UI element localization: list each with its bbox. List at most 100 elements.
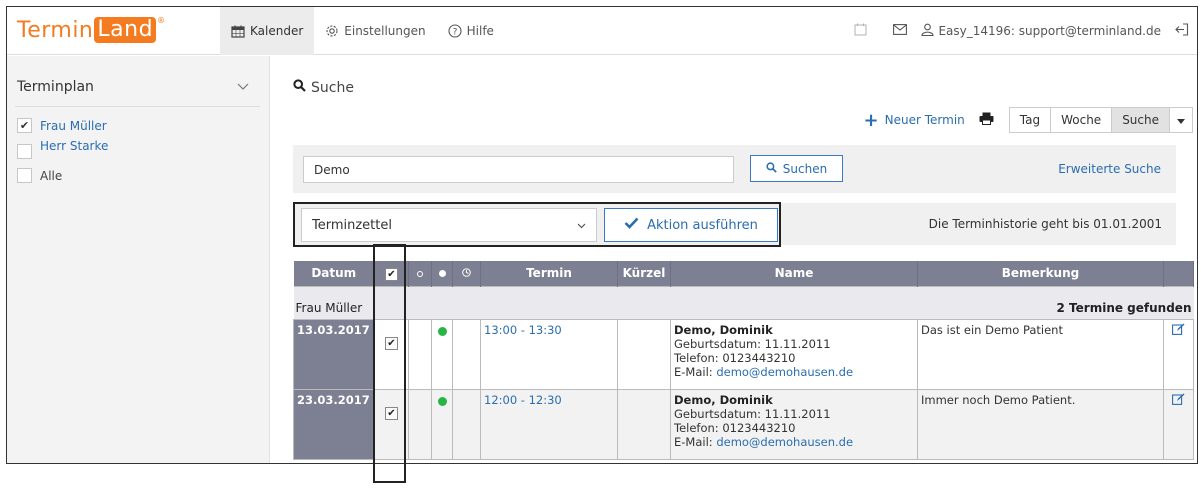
terminplan-header[interactable]: Terminplan (17, 79, 249, 95)
search-button[interactable]: Suchen (750, 155, 843, 182)
mail-icon[interactable] (893, 24, 908, 38)
col-datum[interactable]: Datum (293, 261, 375, 286)
status-green-dot-icon (437, 326, 447, 336)
advanced-search-link[interactable]: Erweiterte Suche (1058, 162, 1161, 176)
chevron-down-icon (237, 79, 249, 95)
sidebar-item-herr-starke[interactable]: Herr Starke (17, 139, 108, 159)
row-time-link[interactable]: 13:00 - 13:30 (480, 318, 618, 390)
top-navigation: Termin Land ® Kalender Einstellungen ? Hil… (7, 7, 1197, 55)
user-icon (921, 23, 934, 39)
sidebar-item-frau-mueller[interactable]: ✔ Frau Müller (17, 118, 107, 133)
view-dropdown-button[interactable] (1169, 107, 1193, 133)
sidebar-item-label: Frau Müller (40, 118, 107, 133)
patient-email-link[interactable]: demo@demohausen.de (716, 435, 853, 449)
patient-birthdate: Geburtsdatum: 11.11.2011 (674, 336, 831, 351)
new-appointment-label: Neuer Termin (884, 113, 965, 127)
nav-einstellungen-label: Einstellungen (344, 24, 426, 38)
patient-name: Demo, Dominik (674, 322, 773, 337)
table-row[interactable]: 23.03.2017 ✔ 12:00 - 12:30 Demo, Dominik… (293, 388, 1194, 460)
user-label: Easy_14196: support@terminland.de (938, 24, 1161, 38)
patient-birthdate: Geburtsdatum: 11.11.2011 (674, 406, 831, 421)
search-bar: Demo Suchen Erweiterte Suche (293, 145, 1176, 193)
row-date: 13.03.2017 (293, 318, 375, 390)
view-woche-button[interactable]: Woche (1050, 107, 1113, 133)
nav-einstellungen[interactable]: Einstellungen (314, 7, 436, 55)
row-remark: Das ist ein Demo Patient (917, 318, 1164, 390)
view-toolbar: + Neuer Termin Tag Woche Suche (864, 107, 1193, 133)
checkbox-unchecked[interactable] (17, 144, 32, 159)
row-kuerzel (617, 388, 671, 460)
user-account[interactable]: Easy_14196: support@terminland.de (921, 23, 1161, 39)
calendar-icon (231, 25, 245, 38)
group-row: Frau Müller 2 Termine gefunden (293, 285, 1194, 320)
search-input[interactable]: Demo (303, 156, 734, 183)
view-suche-button[interactable]: Suche (1111, 107, 1170, 133)
checkbox-checked[interactable]: ✔ (17, 118, 32, 133)
print-icon[interactable] (979, 112, 994, 128)
terminland-logo[interactable]: Termin Land ® (17, 16, 166, 44)
edit-icon[interactable] (1172, 323, 1185, 338)
col-status-empty (408, 261, 432, 286)
gear-icon (325, 24, 339, 38)
row-remark: Immer noch Demo Patient. (917, 388, 1164, 460)
highlight-frame-checkbox-column (373, 244, 406, 483)
logo-text-termin: Termin (17, 17, 94, 43)
patient-name: Demo, Dominik (674, 392, 773, 407)
main-content: Suche + Neuer Termin Tag Woche Suche Dem… (271, 56, 1197, 463)
main-nav: Kalender Einstellungen ? Hilfe (220, 7, 505, 55)
col-clock (452, 261, 481, 286)
row-patient-cell: Demo, Dominik Geburtsdatum: 11.11.2011 T… (670, 318, 918, 390)
patient-email-link[interactable]: demo@demohausen.de (716, 365, 853, 379)
row-kuerzel (617, 318, 671, 390)
row-status-cell (431, 318, 453, 390)
patient-email-line: E-Mail: demo@demohausen.de (674, 365, 914, 379)
nav-kalender[interactable]: Kalender (220, 7, 315, 55)
execute-action-button[interactable]: Aktion ausführen (604, 208, 778, 242)
checkmark-icon (624, 217, 639, 233)
action-select-value: Terminzettel (312, 217, 392, 233)
checkbox-unchecked[interactable] (17, 168, 32, 183)
col-termin[interactable]: Termin (480, 261, 618, 286)
patient-phone: Telefon: 0123443210 (674, 420, 796, 435)
row-empty-cell (408, 388, 432, 460)
sidebar-divider (15, 106, 260, 107)
search-icon (293, 79, 306, 96)
row-patient-cell: Demo, Dominik Geburtsdatum: 11.11.2011 T… (670, 388, 918, 460)
sidebar-item-alle[interactable]: Alle (17, 168, 62, 183)
circle-outline-icon (417, 271, 423, 278)
col-edit (1163, 261, 1194, 286)
top-right-tools: Easy_14196: support@terminland.de (854, 7, 1189, 55)
row-status-cell (431, 388, 453, 460)
page-title: Suche (293, 79, 354, 96)
col-status (431, 261, 453, 286)
table-row[interactable]: 13.03.2017 ✔ 13:00 - 13:30 Demo, Dominik… (293, 318, 1194, 390)
status-dot-icon (438, 270, 446, 278)
logout-icon[interactable] (1175, 23, 1189, 39)
sidebar: Terminplan ✔ Frau Müller Herr Starke All… (7, 56, 270, 463)
edit-icon[interactable] (1172, 393, 1185, 408)
plus-icon: + (863, 109, 879, 131)
col-bemerkung[interactable]: Bemerkung (917, 261, 1164, 286)
col-kuerzel[interactable]: Kürzel (617, 261, 671, 286)
search-button-label: Suchen (782, 161, 828, 176)
nav-hilfe-label: Hilfe (466, 24, 494, 38)
app-window: Termin Land ® Kalender Einstellungen ? Hil… (6, 6, 1198, 464)
logo-registered-mark: ® (157, 16, 166, 25)
action-select[interactable]: Terminzettel (301, 208, 597, 242)
patient-email-line: E-Mail: demo@demohausen.de (674, 435, 914, 449)
results-count: 2 Termine gefunden (480, 285, 1194, 320)
row-time-link[interactable]: 12:00 - 12:30 (480, 388, 618, 460)
email-label: E-Mail: (674, 364, 713, 379)
nav-hilfe[interactable]: ? Hilfe (437, 7, 505, 55)
view-tag-button[interactable]: Tag (1008, 107, 1052, 133)
patient-phone: Telefon: 0123443210 (674, 350, 796, 365)
col-name[interactable]: Name (670, 261, 918, 286)
table-header-row: Datum ✔ Termin Kürzel Name Bemerkung (293, 261, 1194, 286)
status-green-dot-icon (437, 396, 447, 406)
calendar-outline-icon[interactable] (854, 23, 867, 39)
row-date: 23.03.2017 (293, 388, 375, 460)
row-clock-cell (452, 318, 481, 390)
row-edit-cell (1163, 318, 1194, 390)
new-appointment-button[interactable]: + Neuer Termin (864, 110, 965, 131)
svg-text:?: ? (452, 28, 457, 38)
